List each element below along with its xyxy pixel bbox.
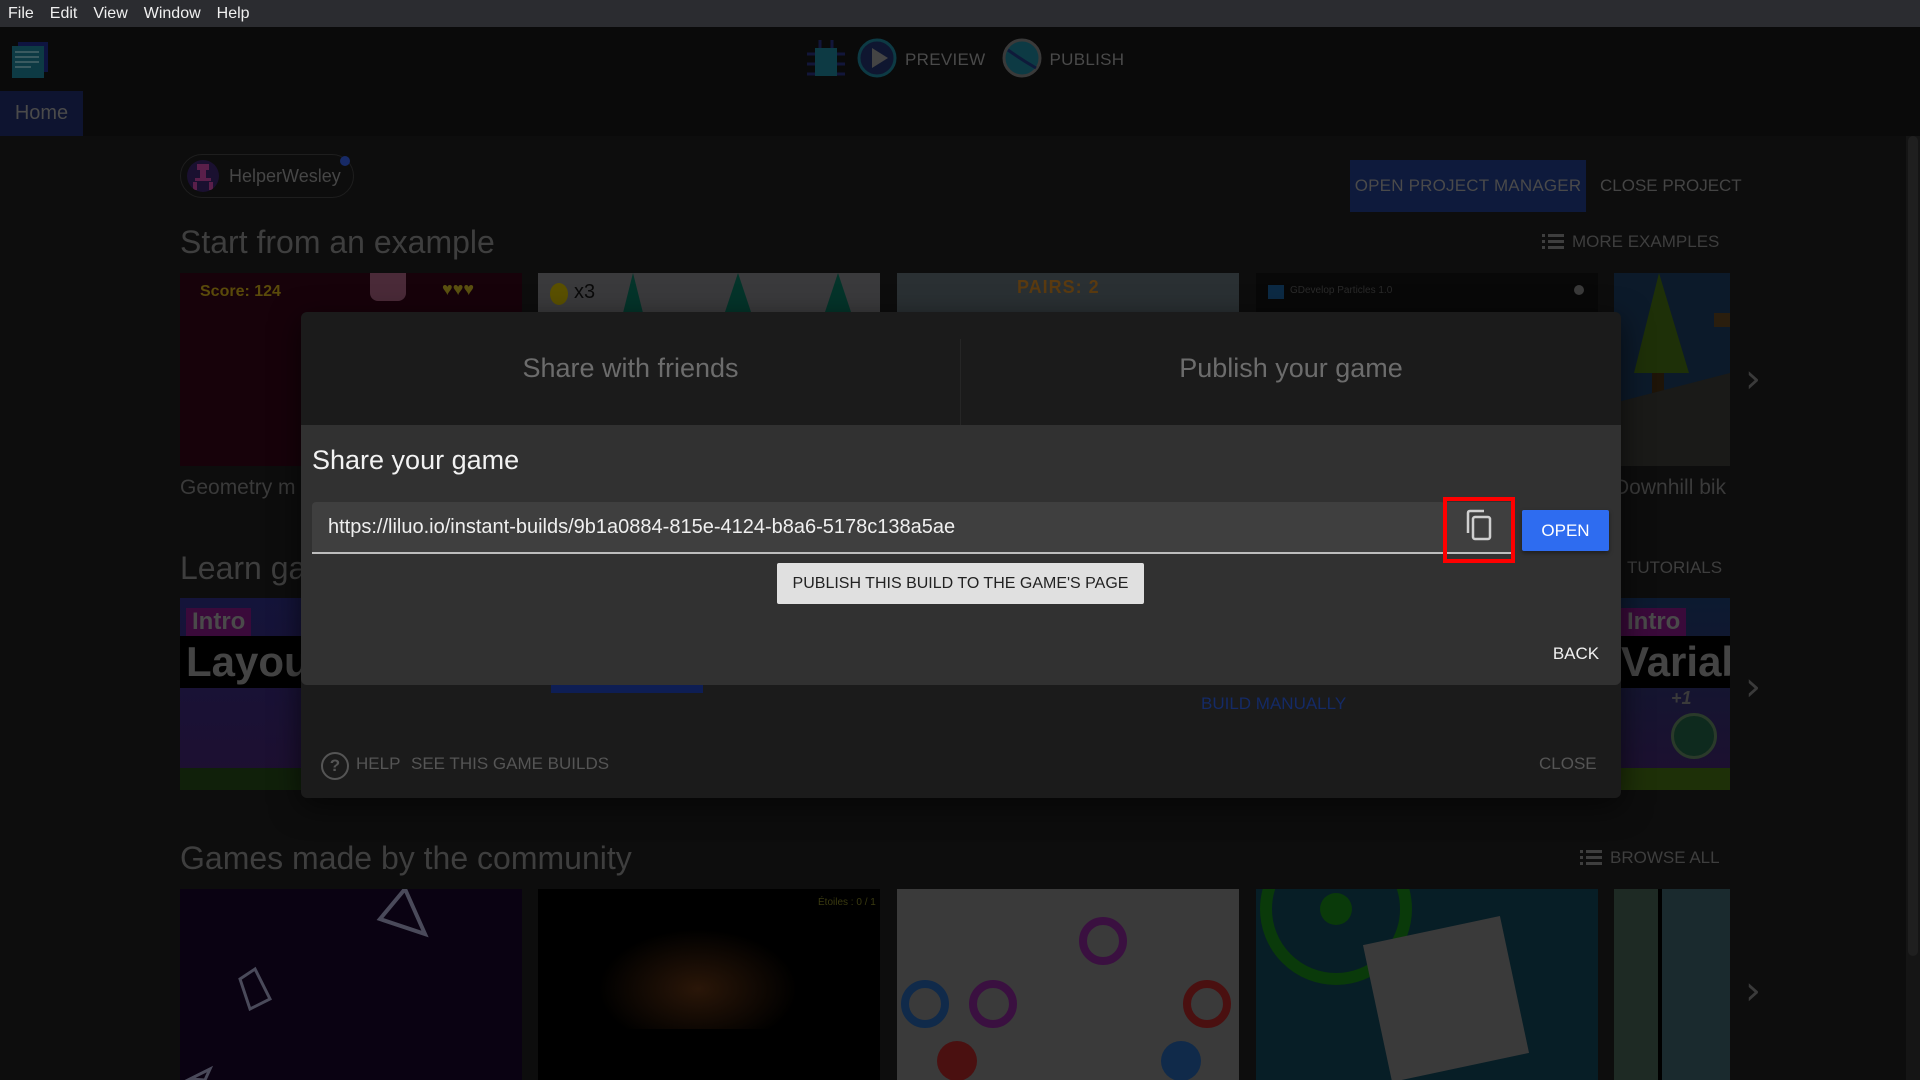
community-game-card[interactable] (1256, 889, 1598, 1080)
gem-shape (370, 273, 406, 301)
tutorial-card[interactable]: Intro Variab +1 (1621, 598, 1730, 790)
ground-strip (1621, 768, 1730, 790)
notification-dot (340, 156, 350, 166)
user-chip[interactable]: HelperWesley (180, 154, 354, 198)
toolbar-center: PREVIEW PUBLISH (805, 38, 1124, 82)
tab-publish-your-game[interactable]: Publish your game (961, 312, 1621, 425)
community-game-card[interactable] (897, 889, 1239, 1080)
publish-label: PUBLISH (1049, 50, 1125, 69)
build-manually-link[interactable]: BUILD MANUALLY (1201, 694, 1346, 714)
info-icon (1574, 285, 1584, 295)
community-game-card[interactable]: Étoiles : 0 / 1 (538, 889, 880, 1080)
close-project-button[interactable]: CLOSE PROJECT (1600, 160, 1742, 212)
card-thumb-text: GDevelop Particles 1.0 (1290, 285, 1393, 296)
preview-button[interactable]: PREVIEW (857, 38, 986, 83)
menu-view[interactable]: View (85, 0, 135, 27)
menu-window[interactable]: Window (136, 0, 209, 27)
tutorial-tag: Intro (1621, 608, 1687, 636)
open-project-manager-button[interactable]: OPEN PROJECT MANAGER (1350, 160, 1586, 212)
publish-globe-icon (1002, 38, 1042, 83)
examples-title: Start from an example (180, 224, 495, 260)
back-button[interactable]: BACK (1541, 639, 1611, 669)
glow-shape (598, 929, 798, 1029)
examples-next-chevron-icon[interactable]: › (1745, 356, 1761, 402)
community-game-card[interactable] (1614, 889, 1730, 1080)
community-game-card[interactable] (180, 889, 522, 1080)
tutorials-link[interactable]: TUTORIALS (1627, 558, 1722, 578)
character-shape (1671, 713, 1717, 759)
see-game-builds-button[interactable]: SEE THIS GAME BUILDS (411, 754, 609, 774)
username: HelperWesley (229, 165, 341, 186)
more-examples-label: MORE EXAMPLES (1572, 232, 1720, 251)
tutorial-title: Layou (180, 636, 302, 688)
example-card[interactable] (1614, 273, 1730, 466)
build-url-field[interactable] (312, 502, 1445, 554)
avatar (187, 160, 219, 192)
stars-counter: Étoiles : 0 / 1 (818, 897, 876, 908)
browse-all-link[interactable]: BROWSE ALL (1580, 848, 1720, 868)
example-card-label: Downhill bik (1614, 476, 1727, 499)
example-card-label: Geometry m (180, 476, 296, 499)
list-icon (1542, 234, 1564, 250)
more-examples-link[interactable]: MORE EXAMPLES (1542, 232, 1719, 252)
tab-share-with-friends[interactable]: Share with friends (301, 312, 960, 425)
grass-strip (180, 768, 302, 790)
help-button[interactable]: HELP (356, 754, 400, 774)
scrollbar-thumb[interactable] (1908, 136, 1918, 956)
list-icon (1580, 850, 1602, 866)
project-manager-icon[interactable] (10, 40, 50, 80)
community-next-chevron-icon[interactable]: › (1745, 968, 1761, 1014)
hearts-icon: ♥♥♥ (442, 279, 475, 299)
browse-all-label: BROWSE ALL (1610, 848, 1720, 867)
debugger-bug-icon[interactable] (805, 38, 847, 83)
tutorial-title: Variab (1621, 636, 1730, 688)
menu-help[interactable]: Help (209, 0, 258, 27)
publish-button[interactable]: PUBLISH (1002, 38, 1125, 83)
tutorial-tag: Intro (186, 608, 252, 636)
build-url-input[interactable] (328, 502, 1418, 552)
tutorial-extra: +1 (1671, 688, 1692, 708)
learn-title: Learn ga (180, 550, 307, 586)
copy-button-highlight-box (1443, 497, 1515, 563)
help-icon[interactable]: ? (321, 752, 349, 780)
gdevelop-logo-icon (1268, 285, 1284, 299)
preview-label: PREVIEW (905, 50, 986, 69)
tab-home[interactable]: Home (0, 91, 83, 136)
tutorials-next-chevron-icon[interactable]: › (1745, 664, 1761, 710)
liquid-area (1662, 889, 1730, 1080)
dialog-footer: ? HELP SEE THIS GAME BUILDS CLOSE (301, 742, 1621, 798)
open-url-button[interactable]: OPEN (1522, 510, 1609, 551)
menu-file[interactable]: File (0, 0, 42, 27)
publish-build-to-game-page-button[interactable]: PUBLISH THIS BUILD TO THE GAME'S PAGE (777, 563, 1144, 604)
menu-bar: File Edit View Window Help (0, 0, 1920, 27)
card-thumb-text: Score: 124 (200, 283, 281, 300)
preview-play-icon (857, 38, 897, 83)
community-title: Games made by the community (180, 840, 632, 876)
share-your-game-panel: Share your game OPEN PUBLISH THIS BUILD … (301, 425, 1621, 685)
close-button[interactable]: CLOSE (1539, 754, 1597, 774)
tutorial-card[interactable]: Intro Layou (180, 598, 302, 790)
share-title: Share your game (312, 445, 520, 475)
menu-edit[interactable]: Edit (42, 0, 86, 27)
card-thumb-text: PAIRS: 2 (1017, 277, 1100, 297)
dialog-tabs: Share with friends Publish your game (301, 312, 1621, 425)
